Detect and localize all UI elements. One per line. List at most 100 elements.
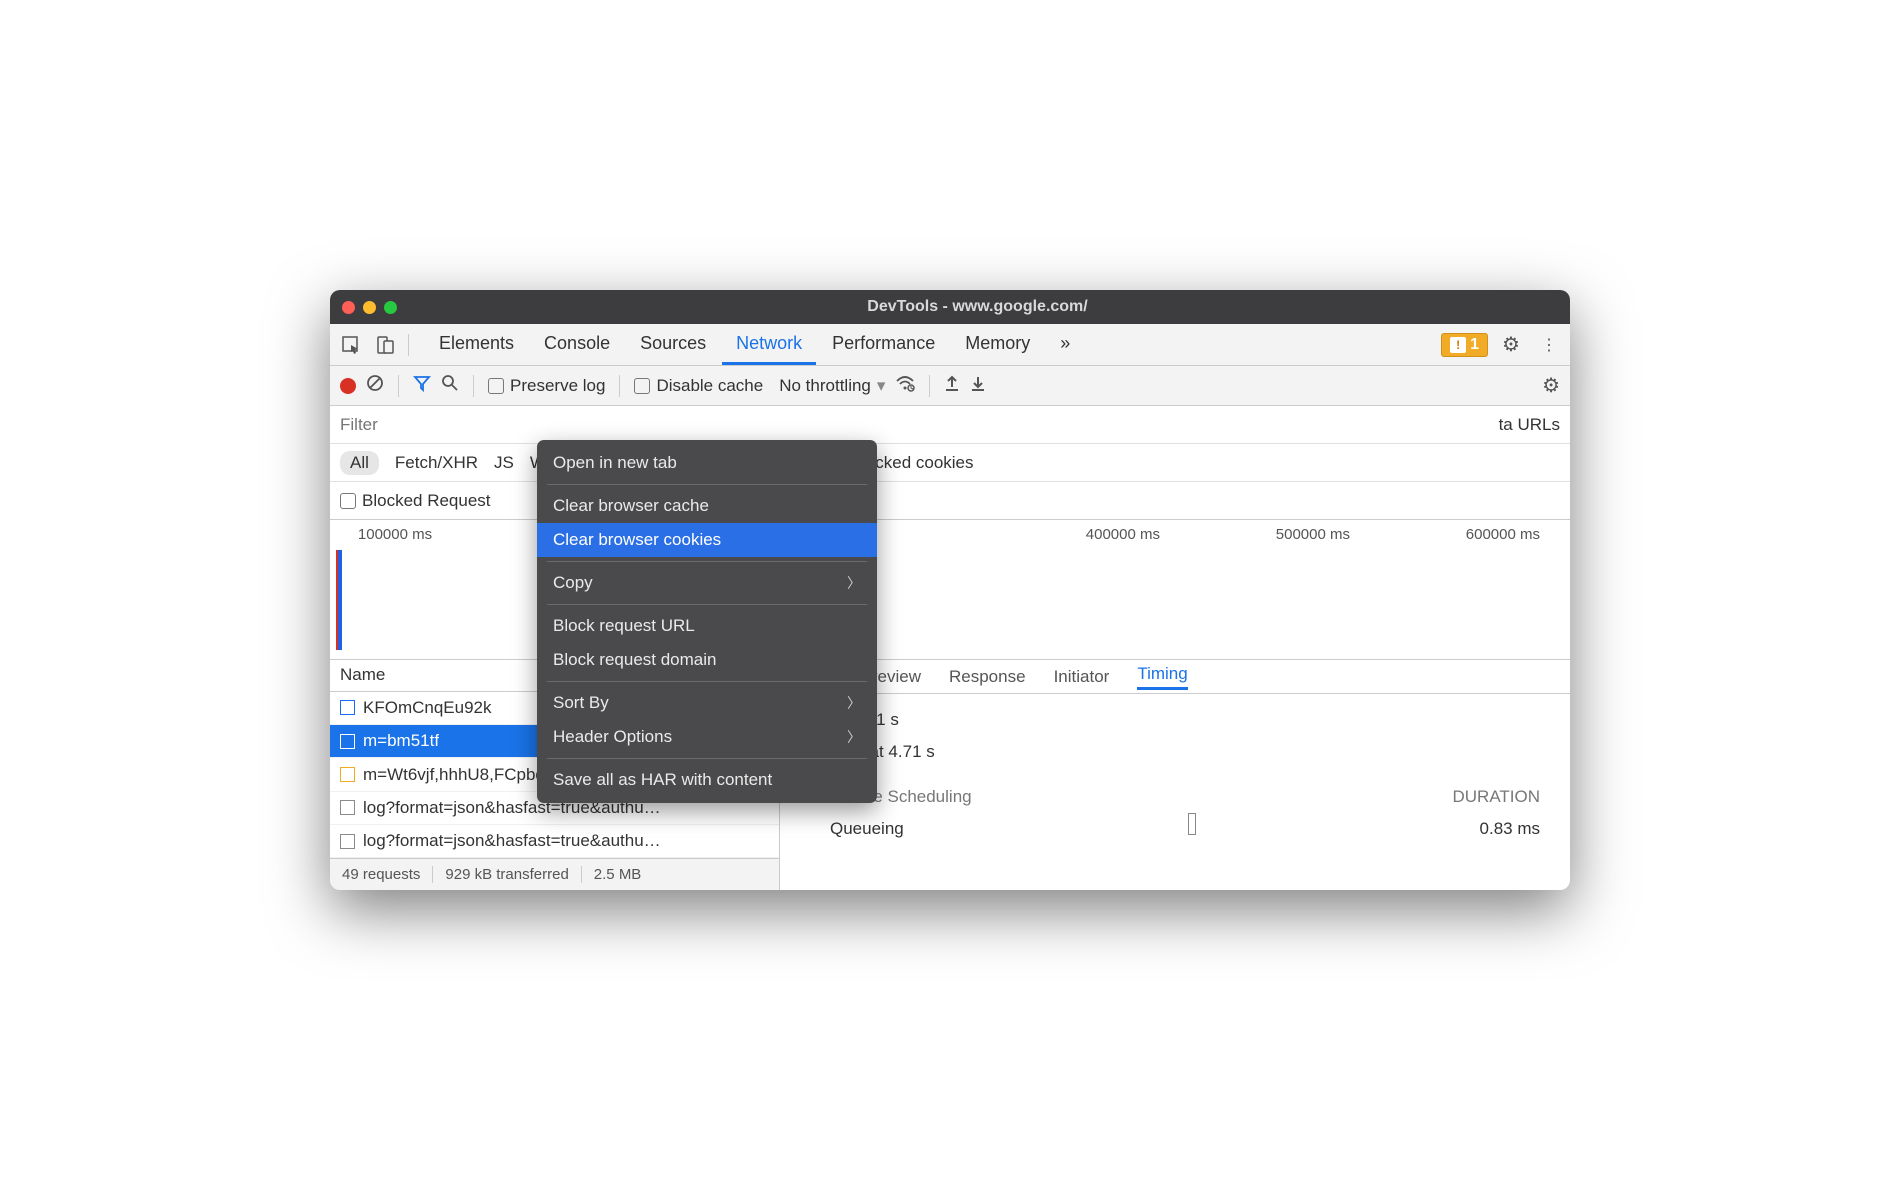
ctx-clear-cookies[interactable]: Clear browser cookies (537, 523, 877, 557)
request-name: KFOmCnqEu92k (363, 698, 492, 718)
preserve-log-checkbox[interactable]: Preserve log (488, 376, 605, 396)
detail-tab-timing[interactable]: Timing (1137, 664, 1187, 690)
duration-header: DURATION (1452, 781, 1540, 813)
tick-label: 400000 ms (1000, 526, 1190, 543)
status-bar: 49 requests 929 kB transferred 2.5 MB (330, 858, 779, 890)
inspect-element-icon[interactable] (336, 330, 366, 360)
chevron-right-icon: 〉 (847, 573, 861, 593)
upload-har-icon[interactable] (944, 375, 960, 396)
device-toolbar-icon[interactable] (370, 330, 400, 360)
status-resources: 2.5 MB (582, 866, 654, 883)
warning-icon: ! (1450, 337, 1466, 353)
tab-sources[interactable]: Sources (626, 325, 720, 365)
queued-at: ed at 4.71 s (810, 704, 1540, 736)
file-icon (340, 834, 355, 849)
blocked-requests-checkbox[interactable]: Blocked Request (340, 491, 491, 511)
detail-tabs: aders Preview Response Initiator Timing (780, 660, 1570, 694)
throttling-select[interactable]: No throttling ▾ (779, 376, 885, 396)
tabs-overflow[interactable]: » (1046, 325, 1084, 365)
warnings-count: 1 (1470, 336, 1479, 354)
close-window-button[interactable] (342, 301, 355, 314)
type-filter-all[interactable]: All (340, 451, 379, 475)
tick-label: 500000 ms (1190, 526, 1380, 543)
window-title: DevTools - www.google.com/ (397, 298, 1558, 316)
record-button[interactable] (340, 378, 356, 394)
tab-network[interactable]: Network (722, 325, 816, 365)
panel-tabs: Elements Console Sources Network Perform… (425, 325, 1084, 365)
ctx-sort-by[interactable]: Sort By〉 (537, 686, 877, 720)
ctx-block-url[interactable]: Block request URL (537, 609, 877, 643)
download-har-icon[interactable] (970, 375, 986, 396)
separator (398, 375, 399, 397)
file-icon (340, 767, 355, 782)
filter-bar: ta URLs (330, 406, 1570, 444)
separator (619, 375, 620, 397)
queueing-bar (1188, 813, 1196, 835)
blocked-requests-label: Blocked Request (362, 491, 491, 510)
separator (473, 375, 474, 397)
ctx-header-options[interactable]: Header Options〉 (537, 720, 877, 754)
warnings-badge[interactable]: ! 1 (1441, 333, 1488, 357)
minimize-window-button[interactable] (363, 301, 376, 314)
ctx-separator (547, 561, 867, 562)
queueing-value: 0.83 ms (1480, 813, 1540, 845)
disable-cache-checkbox[interactable]: Disable cache (634, 376, 763, 396)
ctx-open-new-tab[interactable]: Open in new tab (537, 446, 877, 480)
tab-elements[interactable]: Elements (425, 325, 528, 365)
ctx-save-har[interactable]: Save all as HAR with content (537, 763, 877, 797)
chevron-down-icon: ▾ (877, 376, 886, 396)
disable-cache-label: Disable cache (656, 376, 763, 395)
ctx-block-domain[interactable]: Block request domain (537, 643, 877, 677)
settings-icon[interactable]: ⚙ (1496, 330, 1526, 360)
ctx-separator (547, 758, 867, 759)
more-menu-icon[interactable]: ⋮ (1534, 330, 1564, 360)
type-filter-fetch[interactable]: Fetch/XHR (395, 453, 478, 473)
file-icon (340, 734, 355, 749)
file-icon (340, 700, 355, 715)
network-conditions-icon[interactable] (895, 373, 915, 398)
detail-tab-response[interactable]: Response (949, 667, 1026, 687)
tab-performance[interactable]: Performance (818, 325, 949, 365)
tick-label: 100000 ms (330, 526, 490, 543)
ctx-separator (547, 681, 867, 682)
ctx-copy[interactable]: Copy〉 (537, 566, 877, 600)
ctx-separator (547, 484, 867, 485)
tab-memory[interactable]: Memory (951, 325, 1044, 365)
separator (408, 334, 409, 356)
status-requests: 49 requests (330, 866, 433, 883)
status-transferred: 929 kB transferred (433, 866, 581, 883)
lower-pane: Name KFOmCnqEu92k m=bm51tf m=Wt6vjf,hhhU… (330, 660, 1570, 890)
table-row[interactable]: log?format=json&hasfast=true&authu… (330, 825, 779, 858)
titlebar: DevTools - www.google.com/ (330, 290, 1570, 324)
network-settings-icon[interactable]: ⚙ (1542, 373, 1560, 398)
separator (929, 375, 930, 397)
tick-label: 600000 ms (1380, 526, 1570, 543)
filter-input[interactable] (340, 415, 410, 435)
waterfall-ticks: 100000 ms 400000 ms 500000 ms 600000 ms (330, 526, 1570, 543)
ctx-clear-cache[interactable]: Clear browser cache (537, 489, 877, 523)
waterfall-selection (338, 550, 342, 650)
request-name: log?format=json&hasfast=true&authu… (363, 831, 661, 851)
maximize-window-button[interactable] (384, 301, 397, 314)
clear-icon[interactable] (366, 374, 384, 397)
filter-toggle-icon[interactable] (413, 374, 431, 397)
type-filter-js[interactable]: JS (494, 453, 514, 473)
queueing-label: Queueing (830, 813, 904, 845)
network-toolbar: Preserve log Disable cache No throttling… (330, 366, 1570, 406)
devtools-window: DevTools - www.google.com/ Elements Cons… (330, 290, 1570, 890)
tab-console[interactable]: Console (530, 325, 624, 365)
timing-body: ed at 4.71 s Started at 4.71 s Resource … (780, 694, 1570, 855)
preserve-log-label: Preserve log (510, 376, 605, 395)
started-at: Started at 4.71 s (810, 736, 1540, 768)
detail-tab-initiator[interactable]: Initiator (1054, 667, 1110, 687)
request-detail: aders Preview Response Initiator Timing … (780, 660, 1570, 890)
window-controls (342, 301, 397, 314)
search-icon[interactable] (441, 374, 459, 397)
blocked-requests-row: Blocked Request (330, 482, 1570, 520)
waterfall-overview[interactable]: 100000 ms 400000 ms 500000 ms 600000 ms (330, 520, 1570, 660)
file-icon (340, 800, 355, 815)
throttling-label: No throttling (779, 376, 871, 396)
chevron-right-icon: 〉 (847, 693, 861, 713)
panel-tabbar: Elements Console Sources Network Perform… (330, 324, 1570, 366)
ctx-separator (547, 604, 867, 605)
